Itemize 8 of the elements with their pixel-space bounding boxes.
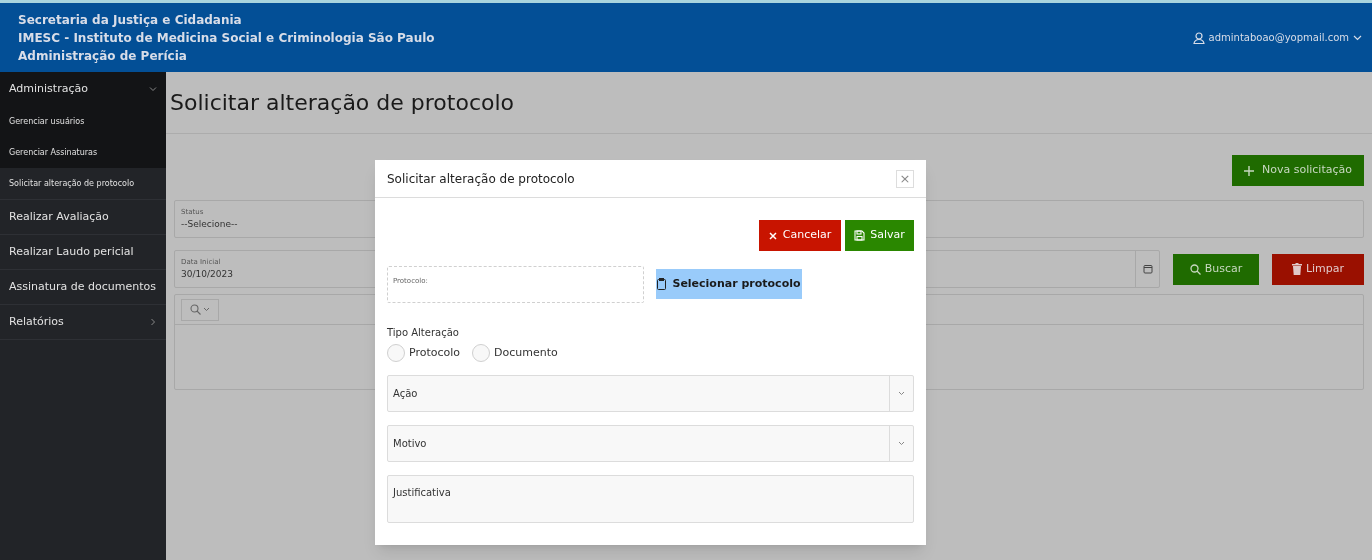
- header-title: Administração de Perícia: [18, 47, 187, 65]
- modal-title: Solicitar alteração de protocolo: [387, 170, 575, 188]
- page-title: Solicitar alteração de protocolo: [170, 89, 514, 117]
- header-title: IMESC - Instituto de Medicina Social e Criminologia São Paulo: [18, 29, 435, 47]
- field-value: --Selecione--: [181, 217, 238, 231]
- field-value: 30/10/2023: [181, 267, 233, 281]
- field-label: Tipo Alteração: [387, 326, 460, 340]
- header-title: Secretaria da Justiça e Cidadania: [18, 11, 242, 29]
